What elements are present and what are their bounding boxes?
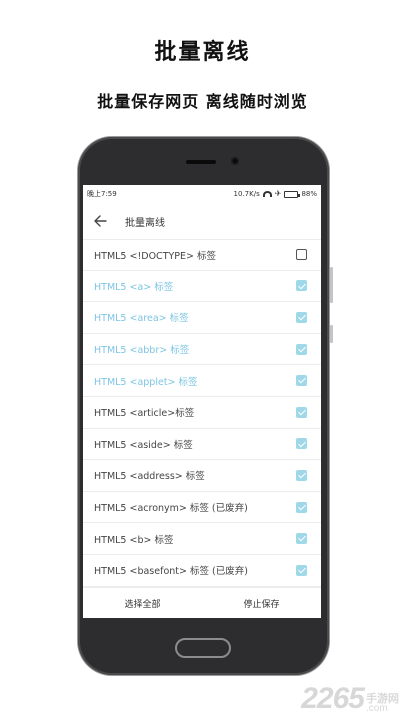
phone-screen: 晚上7:59 10.7K/s ✈ 88% 批量离线 HTML5 <!DOCTYP… — [83, 185, 321, 618]
checkbox-checked-icon[interactable] — [296, 533, 307, 545]
battery-icon — [284, 190, 301, 198]
stop-save-button[interactable]: 停止保存 — [202, 597, 321, 610]
back-arrow-icon[interactable] — [93, 214, 109, 228]
tag-list-item-label: HTML5 <aside> 标签 — [94, 439, 193, 451]
tag-list-item-label: HTML5 <!DOCTYPE> 标签 — [94, 250, 217, 262]
tag-list-item-label: HTML5 <abbr> 标签 — [94, 345, 190, 357]
tag-list-item[interactable]: HTML5 <abbr> 标签 — [83, 334, 321, 366]
checkbox-checked-icon[interactable] — [296, 564, 307, 576]
wifi-icon — [262, 191, 272, 197]
home-button — [175, 638, 231, 658]
phone-frame: 晚上7:59 10.7K/s ✈ 88% 批量离线 HTML5 <!DOCTYP… — [78, 137, 333, 675]
status-time: 晚上7:59 — [87, 190, 117, 198]
checkbox-checked-icon[interactable] — [296, 375, 307, 387]
earpiece-speaker — [186, 160, 216, 164]
checkbox-checked-icon[interactable] — [296, 406, 307, 418]
select-all-button[interactable]: 选择全部 — [83, 597, 202, 610]
tag-list-item[interactable]: HTML5 <applet> 标签 — [83, 365, 321, 397]
watermark-logo: 2265 手游网 .com — [301, 684, 399, 714]
app-title: 批量离线 — [125, 217, 165, 229]
promo-title: 批量离线 — [154, 40, 251, 65]
tag-list-item[interactable]: HTML5 <aside> 标签 — [83, 429, 321, 461]
airplane-icon: ✈ — [274, 189, 282, 198]
checkbox-checked-icon[interactable] — [296, 311, 307, 323]
tag-list-item[interactable]: HTML5 <address> 标签 — [83, 460, 321, 492]
tag-list-item-label: HTML5 <article>标签 — [94, 408, 195, 420]
volume-up-button — [330, 267, 333, 303]
tag-list-item-label: HTML5 <acronym> 标签 (已废弃) — [94, 503, 248, 515]
tag-list-item-label: HTML5 <a> 标签 — [94, 281, 174, 293]
volume-down-button — [330, 325, 333, 343]
status-bar: 晚上7:59 10.7K/s ✈ 88% — [83, 185, 321, 203]
watermark-number: 2265 — [301, 682, 365, 715]
checkbox-checked-icon[interactable] — [296, 469, 307, 481]
battery-percent: 88% — [301, 190, 317, 198]
checkbox-checked-icon[interactable] — [296, 501, 307, 513]
tag-list-item[interactable]: HTML5 <acronym> 标签 (已废弃) — [83, 492, 321, 524]
app-bar: 批量离线 — [83, 203, 321, 239]
tag-list: HTML5 <!DOCTYPE> 标签 HTML5 <a> 标签 HTML5 <ar… — [83, 239, 321, 587]
watermark-text: 手游网 .com — [366, 693, 399, 714]
tag-list-item[interactable]: HTML5 <b> 标签 — [83, 523, 321, 555]
tag-list-item-label: HTML5 <address> 标签 — [94, 471, 205, 483]
status-indicators: 10.7K/s ✈ 88% — [233, 189, 317, 199]
tag-list-item[interactable]: HTML5 <area> 标签 — [83, 302, 321, 334]
net-speed: 10.7K/s — [233, 190, 260, 198]
tag-list-item-label: HTML5 <b> 标签 — [94, 534, 174, 546]
tag-list-item-label: HTML5 <basefont> 标签 (已废弃) — [94, 566, 248, 578]
tag-list-item[interactable]: HTML5 <basefont> 标签 (已废弃) — [83, 555, 321, 587]
tag-list-item-label: HTML5 <area> 标签 — [94, 313, 189, 325]
tag-list-item-label: HTML5 <applet> 标签 — [94, 376, 198, 388]
bottom-action-bar: 选择全部 停止保存 — [83, 587, 321, 618]
checkbox-unchecked-icon[interactable] — [296, 249, 307, 261]
promo-subtitle: 批量保存网页 离线随时浏览 — [97, 92, 308, 111]
front-camera — [231, 157, 239, 165]
tag-list-item[interactable]: HTML5 <a> 标签 — [83, 271, 321, 303]
watermark-domain: .com — [366, 703, 388, 714]
checkbox-checked-icon[interactable] — [296, 438, 307, 450]
tag-list-item[interactable]: HTML5 <!DOCTYPE> 标签 — [83, 239, 321, 271]
checkbox-checked-icon[interactable] — [296, 280, 307, 292]
checkbox-checked-icon[interactable] — [296, 343, 307, 355]
tag-list-item[interactable]: HTML5 <article>标签 — [83, 397, 321, 429]
